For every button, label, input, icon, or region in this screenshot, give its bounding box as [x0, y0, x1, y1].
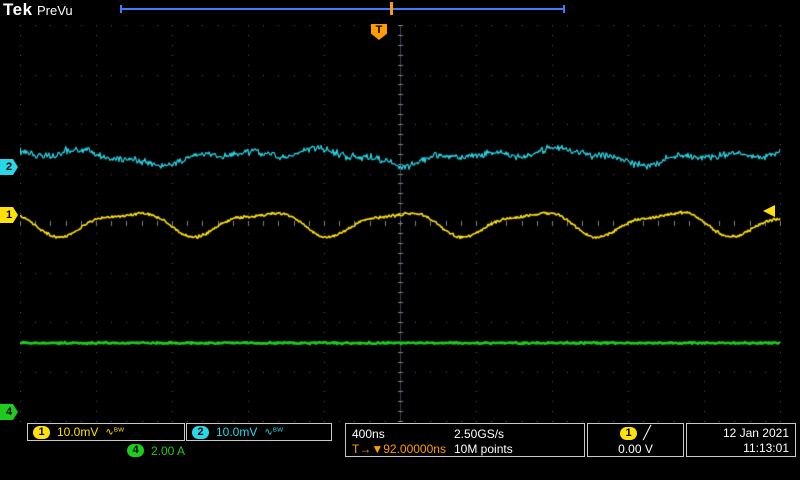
ch2-coupling-bandwidth-icons: ∿ᴮᵂ	[264, 427, 283, 438]
ch2-ground-marker: 2	[0, 159, 18, 175]
readout-bar: 1 10.0mV ∿ᴮᵂ 2 10.0mV ∿ᴮᵂ 4 2.00 A 400ns…	[0, 422, 800, 459]
ch1-readout: 1 10.0mV ∿ᴮᵂ	[27, 423, 185, 441]
record-view-line	[120, 8, 565, 10]
ch1-coupling-bandwidth-icons: ∿ᴮᵂ	[105, 427, 124, 438]
horizontal-row-2: T→▼92.00000ns 10M points	[352, 441, 584, 456]
ch4-scale: 2.00 A	[151, 444, 185, 458]
ch4-badge: 4	[127, 444, 144, 457]
record-length: 10M points	[454, 442, 513, 456]
record-view-left-bracket	[120, 5, 122, 13]
waveform-display	[20, 25, 781, 422]
trigger-position-icon: T→▼	[352, 442, 383, 456]
timebase-scale: 400ns	[352, 427, 454, 441]
trigger-readout: 1 ╱ 0.00 V	[587, 423, 684, 457]
tek-logo: Tek	[3, 0, 33, 20]
record-view-bar	[120, 2, 565, 15]
date-text: 12 Jan 2021	[687, 426, 789, 441]
ch2-readout-row: 2 10.0mV ∿ᴮᵂ	[187, 424, 331, 440]
sample-rate: 2.50GS/s	[454, 427, 504, 441]
trigger-level-arrow-icon	[763, 205, 775, 217]
ch1-scale: 10.0mV	[57, 425, 98, 439]
ch1-ground-marker: 1	[0, 207, 18, 223]
ch2-scale: 10.0mV	[216, 425, 257, 439]
trigger-source-row: 1 ╱	[588, 426, 683, 441]
ch2-badge: 2	[192, 426, 209, 439]
time-text: 11:13:01	[687, 441, 789, 456]
ch2-readout: 2 10.0mV ∿ᴮᵂ	[186, 423, 332, 441]
record-view-trigger-marker	[390, 2, 393, 15]
trigger-position-value: 92.00000ns	[383, 442, 446, 456]
horizontal-row-1: 400ns 2.50GS/s	[352, 426, 584, 441]
ch4-ground-marker: 4	[0, 404, 18, 420]
oscilloscope-screen: Tek PreVu T 2 1 4 1 10.0mV ∿ᴮᵂ 2 10.0mV …	[0, 0, 800, 480]
ch1-readout-row: 1 10.0mV ∿ᴮᵂ	[28, 424, 184, 440]
trigger-source-badge: 1	[620, 427, 637, 440]
ch4-readout: 4 2.00 A	[27, 443, 332, 458]
acquisition-status: PreVu	[37, 3, 73, 18]
trigger-level: 0.00 V	[588, 441, 683, 456]
datetime-readout: 12 Jan 2021 11:13:01	[686, 423, 796, 457]
ch1-badge: 1	[33, 426, 50, 439]
trigger-slope-icon: ╱	[643, 427, 651, 440]
horizontal-readout: 400ns 2.50GS/s T→▼92.00000ns 10M points	[345, 423, 585, 457]
record-view-right-bracket	[563, 5, 565, 13]
trigger-position-readout: T→▼92.00000ns	[352, 442, 454, 456]
